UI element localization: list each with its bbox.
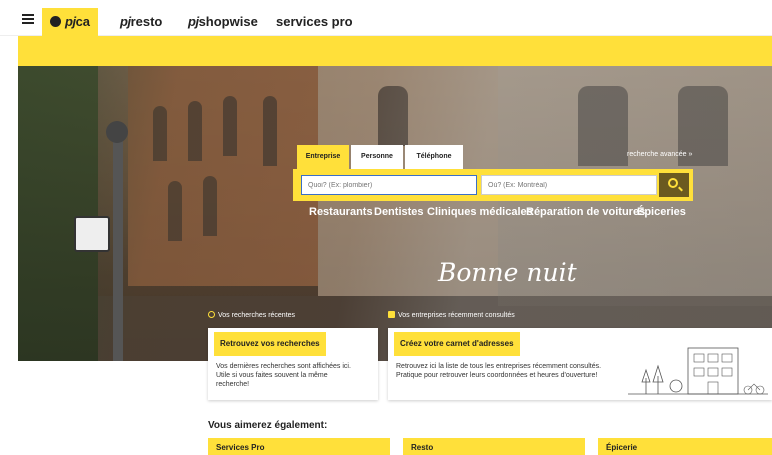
search-box bbox=[293, 169, 693, 201]
address-book-card: Créez votre carnet d'adresses Retrouvez … bbox=[388, 328, 772, 400]
services-pro-card[interactable]: Services Pro bbox=[208, 438, 390, 455]
greeting: Bonne nuit bbox=[438, 258, 577, 287]
tab-telephone[interactable]: Téléphone bbox=[405, 145, 463, 169]
lamp-post bbox=[113, 126, 123, 361]
resto-card[interactable]: Resto bbox=[403, 438, 585, 455]
link-reparation[interactable]: Réparation de voitures bbox=[526, 206, 645, 218]
link-epiceries[interactable]: Épiceries bbox=[637, 206, 686, 218]
recent-searches-desc: Vos dernières recherches sont affichées … bbox=[216, 363, 351, 388]
city-illustration-icon bbox=[628, 347, 768, 395]
link-dentistes[interactable]: Dentistes bbox=[374, 206, 424, 218]
tab-pj-shopwise[interactable]: pjshopwise bbox=[180, 8, 266, 36]
what-input[interactable] bbox=[301, 175, 477, 195]
briefcase-icon bbox=[388, 311, 395, 318]
link-restaurants[interactable]: Restaurants bbox=[309, 206, 373, 218]
also-like-title: Vous aimerez également: bbox=[208, 420, 328, 431]
advanced-search-link[interactable]: recherche avancée » bbox=[627, 151, 692, 158]
tab-pj-ca[interactable]: pjca bbox=[42, 8, 99, 36]
tab-personne[interactable]: Personne bbox=[351, 145, 403, 169]
menu-icon[interactable] bbox=[22, 14, 34, 24]
create-address-book-button[interactable]: Créez votre carnet d'adresses bbox=[394, 332, 520, 356]
recent-businesses-label: Vos entreprises récemment consultés bbox=[388, 311, 515, 319]
link-cliniques[interactable]: Cliniques médicales bbox=[427, 206, 533, 218]
street-lamp-icon bbox=[106, 121, 128, 143]
recent-searches-card: Retrouvez vos recherches Vos dernières r… bbox=[208, 328, 378, 400]
tab-services-pro[interactable]: services pro bbox=[268, 8, 361, 36]
recent-searches-label: Vos recherches récentes bbox=[208, 311, 295, 319]
find-searches-button[interactable]: Retrouvez vos recherches bbox=[214, 332, 326, 356]
address-book-desc: Retrouvez ici la liste de tous les entre… bbox=[396, 363, 602, 379]
search-button[interactable] bbox=[659, 173, 689, 197]
tab-pj-resto[interactable]: pjresto bbox=[112, 8, 170, 36]
epicerie-card[interactable]: Épicerie bbox=[598, 438, 772, 455]
where-input[interactable] bbox=[481, 175, 657, 195]
search-icon bbox=[668, 178, 678, 188]
tree bbox=[18, 66, 98, 361]
top-nav: pjca pjresto pjshopwise services pro bbox=[0, 0, 772, 36]
globe-icon bbox=[50, 16, 61, 27]
search-icon bbox=[208, 311, 215, 318]
tab-entreprise[interactable]: Entreprise bbox=[297, 145, 349, 169]
no-parking-sign-icon bbox=[74, 216, 110, 252]
yellow-banner bbox=[18, 36, 772, 66]
